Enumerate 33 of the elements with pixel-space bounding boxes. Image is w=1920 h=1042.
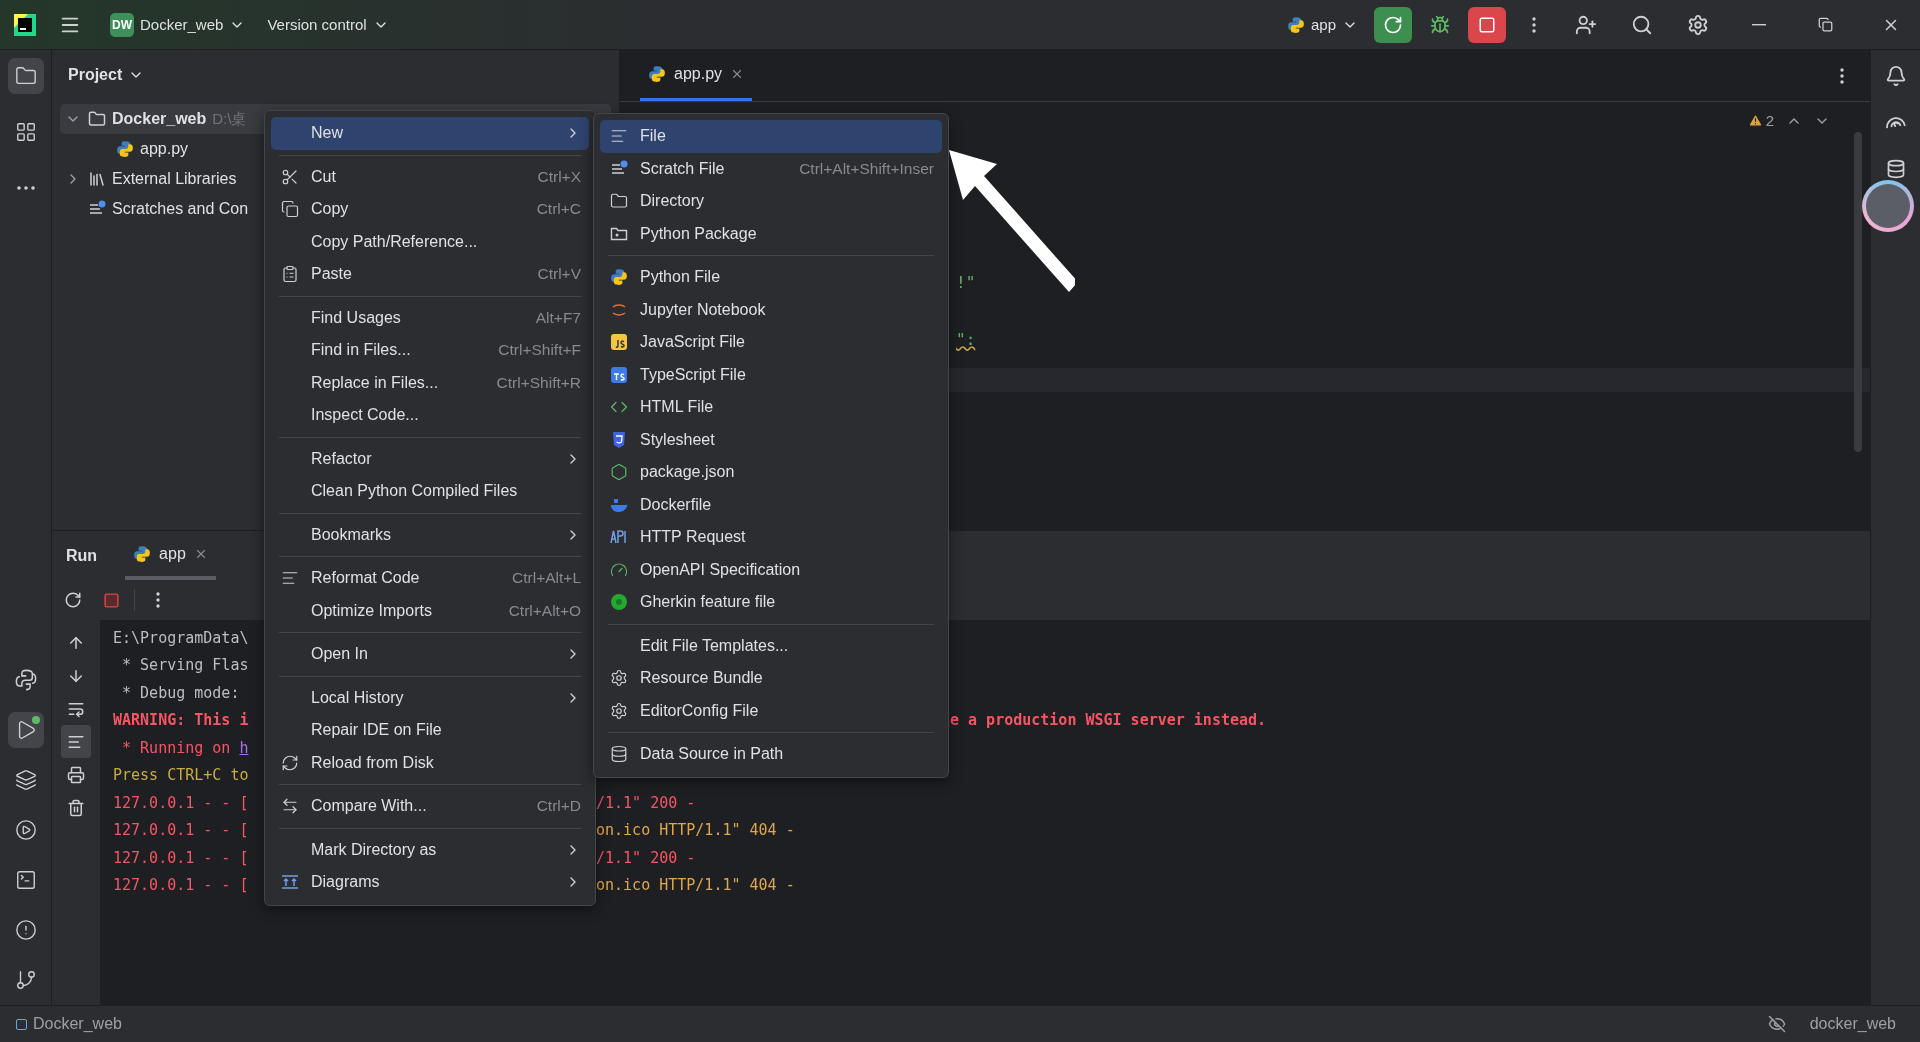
console-text: * Debug mode: [121,683,241,702]
console-text: on.ico HTTP/1.1" 404 - [596,876,795,895]
console-text: 127.0.0.1 - - [ [113,821,249,840]
console-text: 127.0.0.1 - - [ [113,848,249,867]
console-text: * Running on [121,738,232,757]
console-text: E:\ProgramData\ [113,628,249,647]
console-text: /1.1" 200 - [596,793,696,812]
console-text: WARNING: This i [113,711,249,730]
path-hint: D:\桌 [212,109,247,129]
warning-count: 2 [1747,112,1774,129]
shortcut-text: Ctrl+V [537,265,581,284]
console-text: /1.1" 200 - [596,848,696,867]
project-badge: DW [110,12,134,37]
code-text: !" [956,272,976,292]
console-text: e a production WSGI server instead. [950,711,1267,730]
shortcut-text: Ctrl+Alt+L [512,569,581,588]
console-text: * Serving Flas [121,656,249,675]
project-name: Docker_web [140,16,224,33]
shortcut-text: Ctrl+Shift+R [496,373,581,392]
console-text: 127.0.0.1 - - [ [113,793,249,812]
console-text: 127.0.0.1 - - [ [113,876,249,895]
shortcut-text: Ctrl+Shift+F [498,341,581,360]
shortcut-text: Ctrl+X [537,167,581,186]
shortcut-text: Alt+F7 [535,308,581,327]
shortcut-text: Ctrl+Alt+Shift+Inser [799,159,934,178]
console-text: on.ico HTTP/1.1" 404 - [596,821,795,840]
code-text: ": [956,329,976,349]
shortcut-text: Ctrl+C [536,200,581,219]
console-text: Press CTRL+C to [113,766,249,785]
panel-title: Run [66,545,98,566]
shortcut-text: Ctrl+Alt+O [508,601,581,620]
shortcut-text: Ctrl+D [536,797,581,816]
status-project: Docker_web [33,1015,122,1033]
